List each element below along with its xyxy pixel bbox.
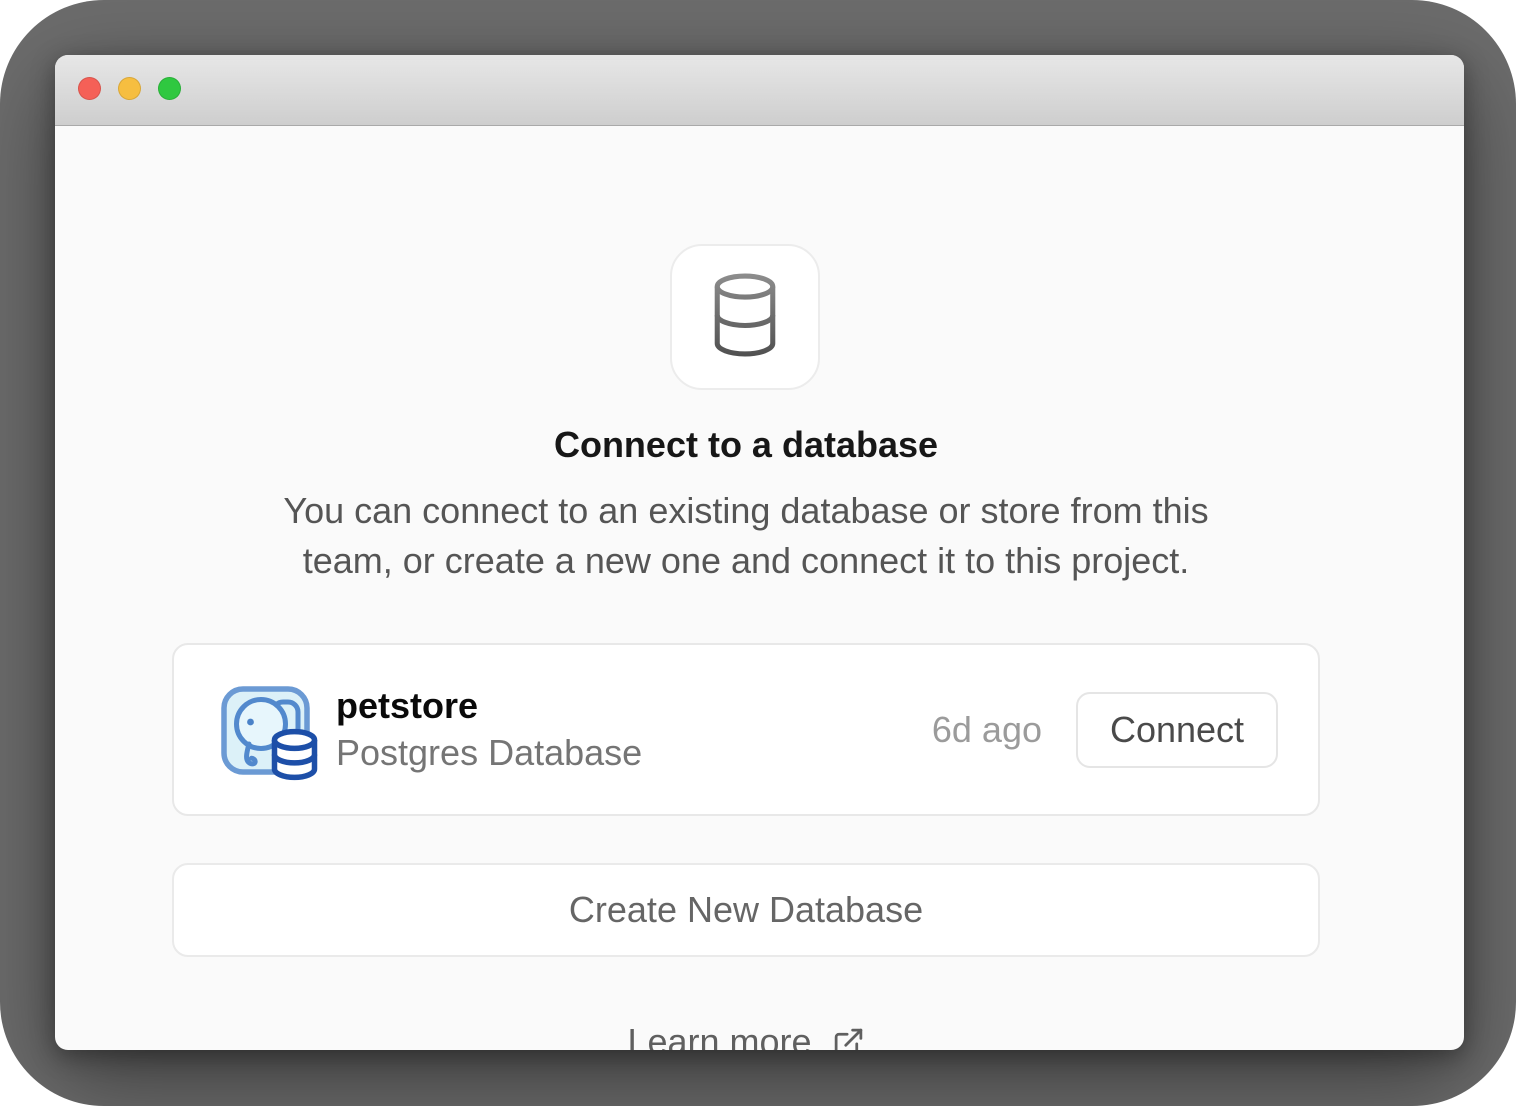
description-line-1: You can connect to an existing database …: [172, 486, 1320, 536]
desktop-background: Connect to a database You can connect to…: [0, 0, 1516, 1106]
create-new-database-button[interactable]: Create New Database: [172, 863, 1320, 957]
database-info: petstore Postgres Database: [336, 685, 642, 774]
postgres-database-icon: [220, 685, 318, 783]
dialog-description: You can connect to an existing database …: [172, 486, 1320, 586]
zoom-button[interactable]: [158, 77, 181, 100]
learn-more-label: Learn more: [627, 1021, 811, 1050]
last-updated-label: 6d ago: [932, 709, 1042, 751]
description-line-2: team, or create a new one and connect it…: [172, 536, 1320, 586]
close-button[interactable]: [78, 77, 101, 100]
window-titlebar[interactable]: [55, 55, 1464, 126]
app-window: Connect to a database You can connect to…: [55, 55, 1464, 1050]
database-icon-card: [670, 244, 820, 390]
database-list-item: petstore Postgres Database 6d ago Connec…: [172, 643, 1320, 816]
external-link-icon: [832, 1026, 865, 1051]
database-type: Postgres Database: [336, 732, 642, 774]
database-name: petstore: [336, 685, 642, 727]
learn-more-link[interactable]: Learn more: [172, 1017, 1320, 1050]
database-icon: [707, 271, 783, 364]
dialog-content: Connect to a database You can connect to…: [55, 126, 1464, 1050]
page-title: Connect to a database: [172, 423, 1320, 467]
minimize-button[interactable]: [118, 77, 141, 100]
connect-button[interactable]: Connect: [1076, 692, 1278, 768]
database-item-actions: 6d ago Connect: [932, 692, 1278, 768]
window-controls: [78, 77, 181, 100]
